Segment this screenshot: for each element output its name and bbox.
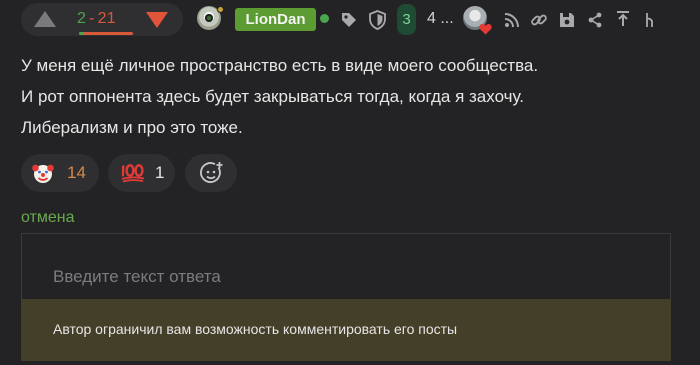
clown-face-icon [32, 164, 54, 183]
rating-separator: - [89, 10, 95, 27]
author-avatar[interactable] [197, 6, 224, 33]
comment-line: Либерализм и про это тоже. [21, 118, 243, 137]
add-emoji-icon [200, 162, 223, 183]
reaction-count: 14 [67, 163, 86, 182]
rss-icon[interactable] [503, 11, 521, 29]
thread-count-badge[interactable]: 3 [397, 4, 416, 35]
rating-ratio-fill [79, 32, 84, 35]
online-indicator [320, 14, 329, 23]
reaction-hundred[interactable]: 1 [108, 154, 175, 192]
avatar-status-dot [217, 6, 224, 13]
comment-text: У меня ещё личное пространство есть в ви… [21, 50, 661, 143]
branch-icon[interactable] [642, 11, 656, 29]
add-reaction-button[interactable] [185, 154, 237, 192]
rating-score: 2-21 [77, 9, 133, 35]
comment-root: 2-21 LionDan 3 4 ... У меня ещё личное п… [0, 0, 700, 365]
rating-pill: 2-21 [21, 3, 183, 36]
hundred-points-icon [121, 164, 145, 183]
arrow-up-icon[interactable] [614, 10, 632, 28]
rating-plus: 2 [77, 10, 87, 27]
shield-icon[interactable] [368, 10, 387, 30]
upvote-arrow-icon[interactable] [34, 11, 56, 27]
reply-box [21, 233, 671, 299]
heart-icon [479, 24, 492, 35]
reply-to-avatar[interactable] [463, 6, 492, 35]
link-icon[interactable] [530, 11, 548, 29]
cancel-reply-link[interactable]: отмена [21, 208, 75, 228]
author-name[interactable]: LionDan [235, 8, 316, 31]
downvote-arrow-icon[interactable] [146, 12, 168, 28]
reaction-count: 1 [155, 163, 165, 182]
save-icon[interactable] [558, 11, 576, 29]
rating-minus: 21 [97, 10, 116, 27]
comment-line: У меня ещё личное пространство есть в ви… [21, 56, 539, 75]
comment-restriction-notice: Автор ограничил вам возможность комменти… [21, 299, 671, 361]
share-icon[interactable] [586, 11, 604, 29]
reply-input[interactable] [22, 234, 670, 299]
tag-icon[interactable] [340, 11, 358, 29]
comment-line: И рот оппонента здесь будет закрываться … [21, 87, 525, 106]
restriction-text: Автор ограничил вам возможность комменти… [53, 321, 458, 337]
reaction-clown[interactable]: 14 [21, 154, 99, 192]
rating-ratio-bar [79, 32, 133, 35]
thread-extra-text[interactable]: 4 ... [427, 9, 454, 29]
